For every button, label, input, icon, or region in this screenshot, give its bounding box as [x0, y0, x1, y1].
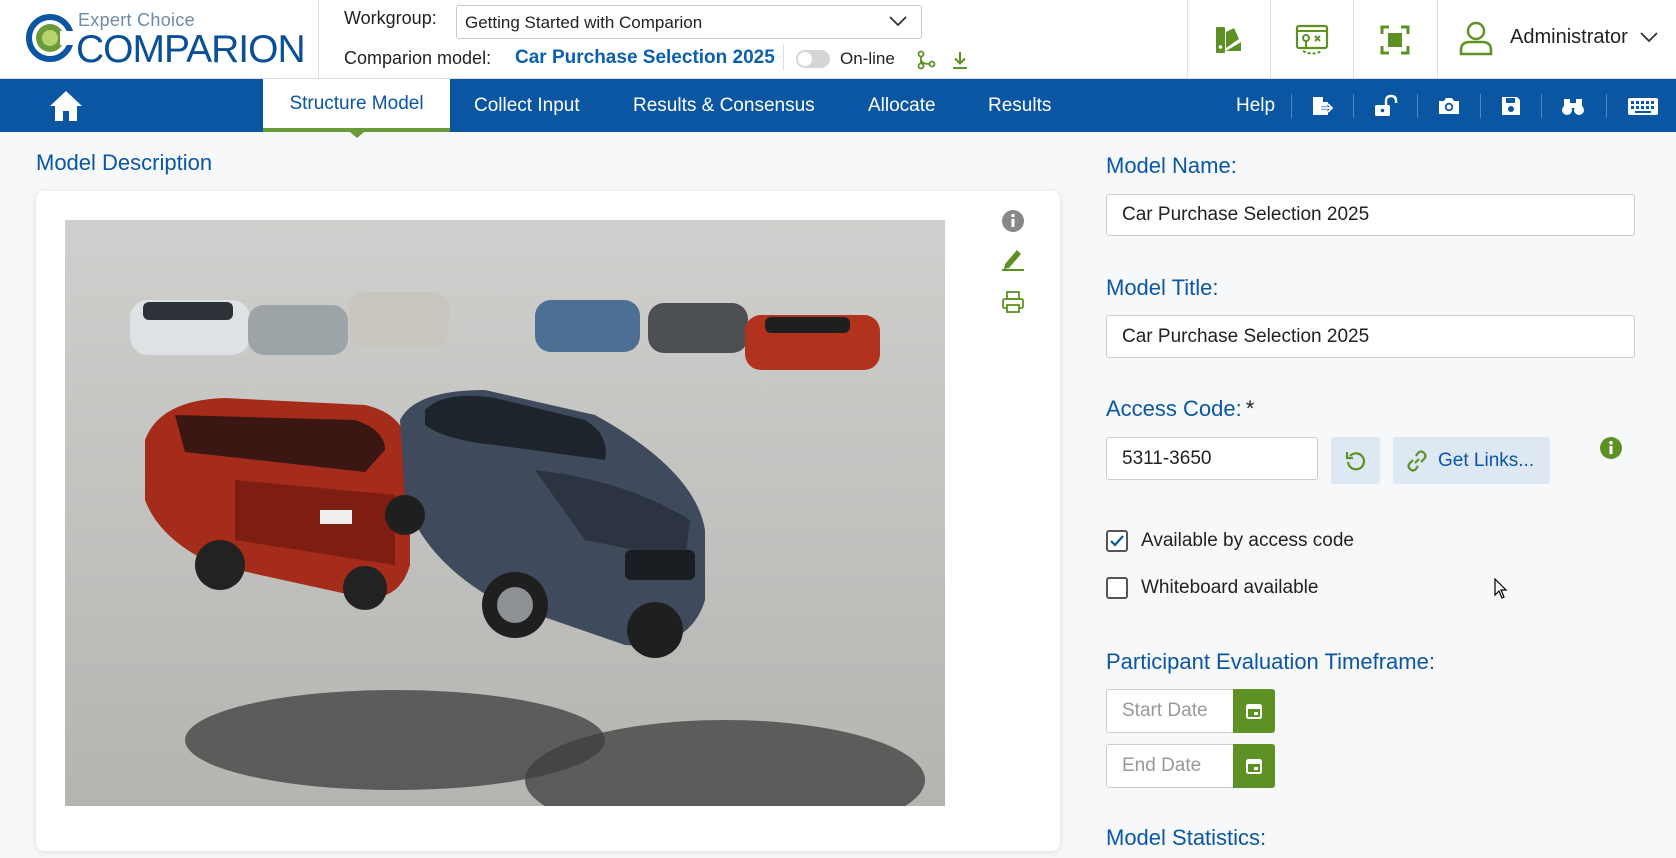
- info-icon[interactable]: [1000, 208, 1026, 234]
- tab-results[interactable]: Results: [988, 79, 1051, 132]
- whiteboard-checkbox[interactable]: [1106, 577, 1128, 599]
- divider: [1291, 94, 1292, 118]
- divider: [318, 0, 319, 79]
- tab-allocate[interactable]: Allocate: [868, 79, 936, 132]
- timeframe-label: Participant Evaluation Timeframe:: [1106, 649, 1435, 674]
- required-marker: *: [1245, 396, 1255, 421]
- keyboard-icon[interactable]: [1627, 93, 1659, 119]
- available-by-code-checkbox[interactable]: [1106, 530, 1128, 552]
- model-description-image: [65, 220, 945, 806]
- main-nav: Structure Model Collect Input Results & …: [0, 79, 1676, 138]
- camera-icon[interactable]: [1436, 93, 1462, 119]
- access-code-label-text: Access Code:: [1106, 396, 1242, 421]
- help-link[interactable]: Help: [1236, 79, 1275, 132]
- tab-structure-model[interactable]: Structure Model: [263, 79, 450, 138]
- end-date-input[interactable]: End Date: [1106, 744, 1233, 788]
- model-description-card: [36, 191, 1060, 851]
- export-icon[interactable]: [1309, 93, 1335, 119]
- whiteboard-label: Whiteboard available: [1141, 577, 1319, 598]
- binoculars-icon[interactable]: [1560, 93, 1586, 119]
- access-code-label: Access Code: *: [1106, 396, 1254, 422]
- divider: [1480, 94, 1481, 118]
- divider: [1606, 94, 1607, 118]
- access-code-input[interactable]: [1106, 437, 1318, 480]
- divider: [783, 44, 784, 70]
- workgroup-label: Workgroup:: [344, 8, 437, 28]
- get-links-label: Get Links...: [1438, 450, 1535, 471]
- user-icon: [1459, 21, 1493, 56]
- regenerate-code-button[interactable]: [1331, 437, 1380, 484]
- model-title-label: Model Title:: [1106, 275, 1219, 300]
- edit-pencil-icon[interactable]: [1000, 245, 1026, 271]
- get-links-button[interactable]: Get Links...: [1393, 437, 1550, 484]
- chevron-down-icon: [1640, 32, 1658, 43]
- online-toggle[interactable]: [796, 50, 830, 68]
- model-name-label: Model Name:: [1106, 153, 1237, 178]
- start-date-input[interactable]: Start Date: [1106, 689, 1233, 733]
- model-description-title: Model Description: [36, 150, 213, 175]
- fullscreen-icon: [1380, 25, 1410, 54]
- logo-mark-icon: [26, 14, 74, 62]
- start-date-calendar-button[interactable]: [1233, 689, 1275, 733]
- logo-big-text: COMPARION: [76, 28, 306, 71]
- divider: [1417, 94, 1418, 118]
- app-window: Expert Choice COMPARION Workgroup: Getti…: [0, 0, 1676, 858]
- end-date-calendar-button[interactable]: [1233, 744, 1275, 788]
- workgroup-value: Getting Started with Comparion: [465, 13, 703, 32]
- home-icon[interactable]: [46, 86, 86, 126]
- divider: [1353, 94, 1354, 118]
- map-button[interactable]: [1271, 0, 1353, 79]
- calendar-icon: [1246, 759, 1262, 774]
- download-icon[interactable]: [950, 50, 970, 70]
- unlock-icon[interactable]: [1372, 93, 1398, 119]
- print-icon[interactable]: [1000, 289, 1026, 315]
- checkmark-icon: [1110, 535, 1124, 547]
- palette-button[interactable]: [1188, 0, 1270, 79]
- divider: [1541, 94, 1542, 118]
- info-icon[interactable]: [1599, 436, 1623, 460]
- model-statistics-label: Model Statistics:: [1106, 825, 1267, 850]
- model-label: Comparion model:: [344, 48, 492, 68]
- fullscreen-button[interactable]: [1354, 0, 1436, 79]
- link-icon: [1407, 450, 1427, 472]
- tab-results-consensus[interactable]: Results & Consensus: [633, 79, 815, 132]
- palette-icon: [1216, 26, 1241, 53]
- calendar-icon: [1246, 704, 1262, 719]
- refresh-icon: [1345, 451, 1365, 470]
- comparion-logo[interactable]: Expert Choice COMPARION: [26, 8, 306, 71]
- user-name: Administrator: [1510, 26, 1628, 48]
- map-icon: [1295, 24, 1329, 54]
- top-header: Expert Choice COMPARION Workgroup: Getti…: [0, 0, 1676, 79]
- hierarchy-icon[interactable]: [916, 50, 936, 70]
- model-title-input[interactable]: [1106, 315, 1635, 358]
- online-label: On-line: [840, 49, 895, 68]
- mouse-cursor-icon: [1494, 578, 1508, 599]
- tab-collect-input[interactable]: Collect Input: [474, 79, 580, 132]
- workgroup-select[interactable]: Getting Started with Comparion: [456, 5, 922, 39]
- available-by-code-label: Available by access code: [1141, 530, 1354, 551]
- chevron-down-icon: [889, 16, 907, 27]
- model-name-input[interactable]: [1106, 194, 1635, 236]
- model-name-link[interactable]: Car Purchase Selection 2025: [515, 47, 775, 69]
- save-icon[interactable]: [1498, 93, 1524, 119]
- user-menu[interactable]: Administrator: [1438, 0, 1676, 79]
